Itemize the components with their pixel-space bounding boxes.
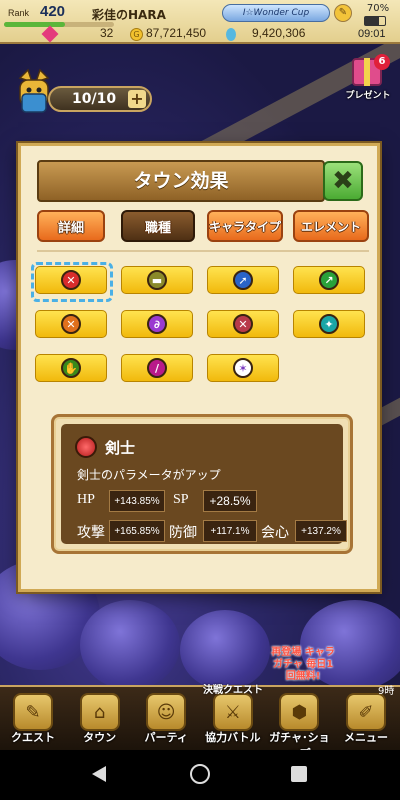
axe-icon: ✕ <box>61 314 81 334</box>
tab-element[interactable]: エレメント <box>293 210 369 242</box>
wand-icon: / <box>147 358 167 378</box>
nav-item-icon: ✐ <box>346 693 386 731</box>
stat-value-critical: +137.2% <box>295 520 347 542</box>
stamina-display: 10/10 + <box>10 68 152 116</box>
present-count-badge: 6 <box>374 54 390 70</box>
job-info-card: 剣士 剣士のパラメータがアップ HP +143.85% SP +28.5% 攻撃… <box>51 414 353 554</box>
battery-icon <box>364 16 386 26</box>
job-filter-button[interactable]: ✕ <box>207 310 279 338</box>
gem-icon <box>41 25 59 43</box>
shield-icon: ▬ <box>147 270 167 290</box>
divider <box>37 250 369 252</box>
gacha-promo-label: 再登場 キャラガチャ 毎日1回無料! <box>271 647 335 682</box>
rank-progress-fill <box>4 22 65 27</box>
job-filter-button[interactable]: ✋ <box>35 354 107 382</box>
staff-icon: ∂ <box>147 314 167 334</box>
job-filter-button[interactable]: ▬ <box>121 266 193 294</box>
job-filter-button[interactable]: ∂ <box>121 310 193 338</box>
job-filter-button[interactable]: ✦ <box>293 310 365 338</box>
nav-item-label: パーティ <box>144 731 188 744</box>
nav-item[interactable]: ⌂ タウン <box>67 687 133 750</box>
rank-display: Rank 420 <box>4 3 66 21</box>
stat-label-attack: 攻撃 <box>77 526 105 541</box>
nav-item-icon: ⚔ <box>212 693 253 731</box>
tab-job[interactable]: 職種 <box>121 210 195 242</box>
job-info-inner: 剣士 剣士のパラメータがアップ HP +143.85% SP +28.5% 攻撃… <box>61 424 347 544</box>
stat-label-sp: SP <box>173 492 189 507</box>
player-name: 彩佳のHARA <box>92 8 166 22</box>
rank-label: Rank <box>8 8 30 18</box>
back-icon[interactable] <box>92 766 106 782</box>
nav-item-icon: ⬢ <box>279 693 320 731</box>
nav-item[interactable]: ☺ パーティ <box>133 687 199 750</box>
nav-item[interactable]: ⚔ 協力バトル <box>200 687 266 750</box>
bottom-navigation: ✎クエスト⌂タウン☺パーティ⚔協力バトル⬢ガチャ･ショップ✐メニュー 決戦クエス… <box>0 647 400 760</box>
dagger-icon: ✕ <box>233 314 253 334</box>
stat-value-attack: +165.85% <box>109 520 165 542</box>
coin-count: 87,721,450 <box>146 26 207 40</box>
stat-label-hp: HP <box>77 492 95 507</box>
sword-icon <box>75 436 97 458</box>
home-icon[interactable] <box>190 764 210 784</box>
rank-value: 420 <box>40 3 66 20</box>
side-time-label: 9時 <box>378 686 395 697</box>
stamina-add-button[interactable]: + <box>128 90 146 108</box>
gift-ribbon <box>364 58 370 86</box>
nav-item-label: 協力バトル <box>205 731 261 744</box>
fist-icon: ✋ <box>61 358 81 378</box>
job-filter-button[interactable]: ✕ <box>35 310 107 338</box>
job-name: 剣士 <box>105 439 136 457</box>
tree-decoration <box>80 600 180 690</box>
event-banner[interactable]: I☆Wonder Cup <box>222 4 330 22</box>
nav-item-icon: ⌂ <box>79 693 120 731</box>
drop-count: 9,420,306 <box>252 26 306 40</box>
system-navigation-bar <box>0 750 400 800</box>
edit-icon[interactable]: ✎ <box>334 4 352 22</box>
close-button[interactable]: ✖ <box>323 161 363 201</box>
coin-icon: G <box>130 28 143 41</box>
present-label: プレゼント <box>345 91 391 101</box>
shuriken-icon: ✦ <box>319 314 339 334</box>
dialog-header: タウン効果 <box>37 160 325 202</box>
gem-count: 32 <box>100 26 114 40</box>
nav-item-label: タウン <box>83 731 117 744</box>
nav-item-icon: ✎ <box>13 693 53 731</box>
job-description: 剣士のパラメータがアップ <box>77 468 221 482</box>
nav-item-icon: ☺ <box>146 693 187 731</box>
bow-icon: ↗ <box>319 270 339 290</box>
stat-value-hp: +143.85% <box>109 490 165 512</box>
sword-icon: ✕ <box>61 270 81 290</box>
stamina-text: 10/10 <box>72 91 117 107</box>
drop-icon <box>226 28 236 41</box>
job-filter-button[interactable]: ✶ <box>207 354 279 382</box>
stat-value-defense: +117.1% <box>203 520 257 542</box>
tab-chara-type[interactable]: キャラタイプ <box>207 210 283 242</box>
lance-icon: ➚ <box>233 270 253 290</box>
close-icon: ✖ <box>332 166 354 196</box>
nav-item[interactable]: ⬢ガチャ･ショップ <box>266 687 332 760</box>
job-filter-button[interactable]: ↗ <box>293 266 365 294</box>
nav-item[interactable]: ✎ クエスト <box>0 687 66 750</box>
tab-detail[interactable]: 詳細 <box>37 210 105 242</box>
recent-apps-icon[interactable] <box>291 766 307 782</box>
stat-value-sp: +28.5% <box>203 490 257 512</box>
nav-item-label: メニュー <box>344 731 388 744</box>
dialog-title: タウン効果 <box>133 170 229 192</box>
job-filter-button[interactable]: / <box>121 354 193 382</box>
stat-label-defense: 防御 <box>169 526 197 541</box>
stat-label-critical: 会心 <box>261 526 289 541</box>
town-effect-dialog: タウン効果 ✖ 詳細 職種 キャラタイプ エレメント ✕ ▬ ➚ ↗ ✕ ∂ ✕ ✦ ✋ / ✶ 剣… <box>18 143 380 592</box>
present-button[interactable]: 6 プレゼント <box>340 54 396 106</box>
job-filter-button[interactable]: ➚ <box>207 266 279 294</box>
job-filter-button[interactable]: ✕ <box>35 266 107 294</box>
mixed-job-icon: ✶ <box>233 358 253 378</box>
battery-text: 70% <box>366 3 390 14</box>
stamina-pill: 10/10 + <box>48 86 152 112</box>
status-bar: Rank 420 彩佳のHARA I☆Wonder Cup ✎ 70% 09:0… <box>0 0 400 44</box>
tree-decoration <box>180 610 270 690</box>
battle-quest-label: 決戦クエスト <box>203 685 263 696</box>
nav-item-label: クエスト <box>11 731 55 744</box>
clock: 09:01 <box>358 28 386 40</box>
